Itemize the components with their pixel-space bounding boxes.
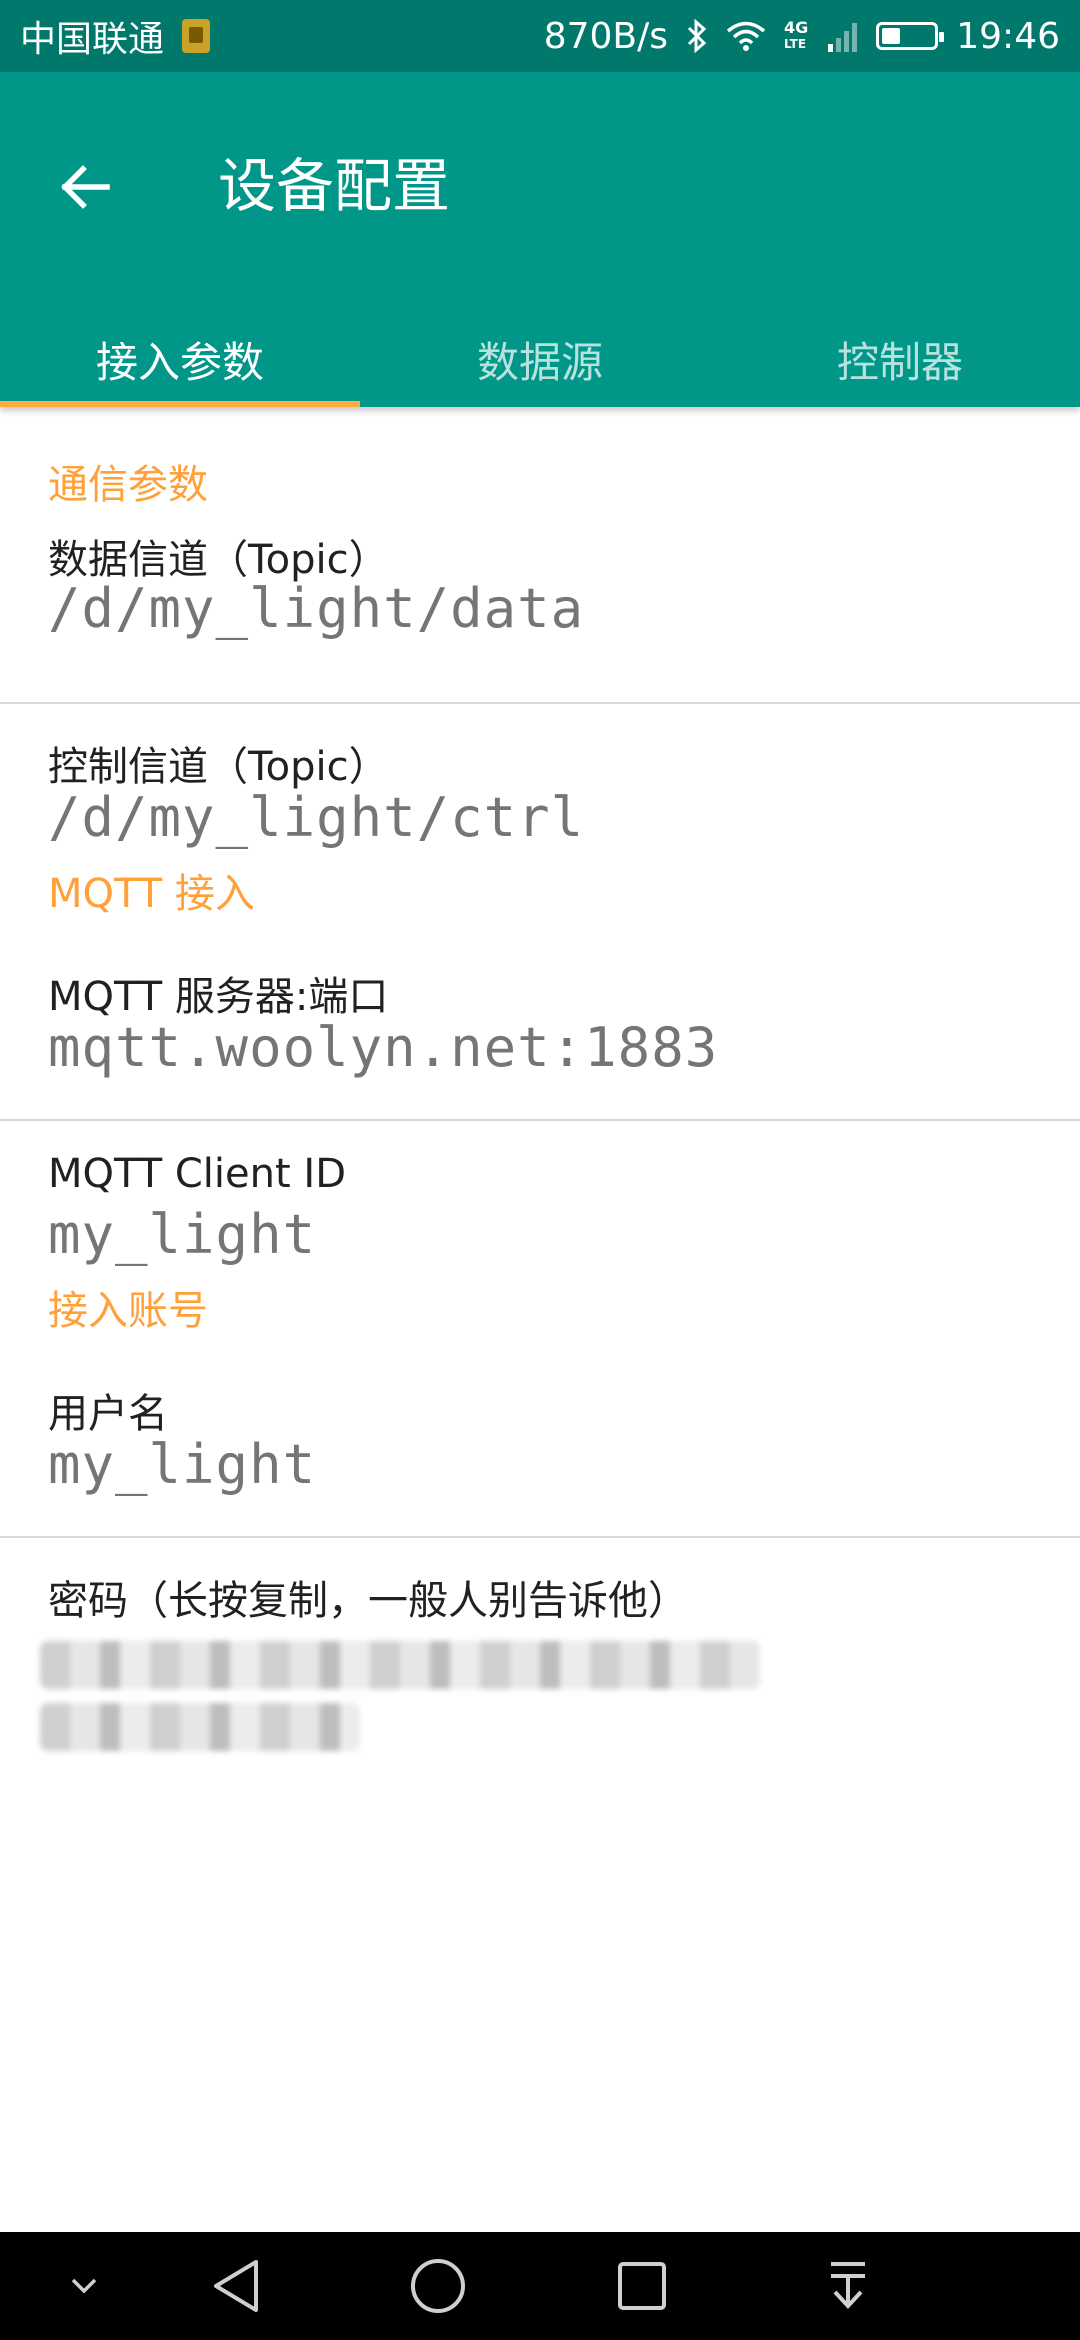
section-header-account: 接入账号 (48, 1288, 208, 1334)
nav-hide-button[interactable] (54, 2256, 114, 2316)
status-bar-right: 870B/s 4G LTE 19:46 (544, 16, 1060, 57)
network-type: 4G (783, 18, 809, 37)
section-header-mqtt: MQTT 接入 (48, 871, 255, 917)
setting-value: /d/my_light/ctrl (48, 786, 585, 849)
home-circle-icon (411, 2259, 465, 2313)
battery-level (882, 28, 901, 44)
redacted-line (40, 1641, 760, 1689)
arrow-left-icon (61, 165, 110, 209)
setting-value: my_light (48, 1433, 317, 1496)
app-bar: 设备配置 接入参数 数据源 控制器 (0, 72, 1080, 407)
wifi-icon (726, 21, 766, 51)
tab-bar: 接入参数 数据源 控制器 (0, 312, 1080, 407)
setting-data-topic[interactable]: 数据信道（Topic） /d/my_light/data (0, 527, 1080, 702)
page-title: 设备配置 (218, 152, 451, 220)
nav-back-button[interactable] (206, 2256, 266, 2316)
back-button[interactable] (40, 142, 130, 232)
bluetooth-icon (687, 19, 707, 53)
setting-value: /d/my_light/data (48, 577, 585, 640)
setting-client-id[interactable]: MQTT Client ID my_light (0, 1121, 1080, 1281)
setting-mqtt-server[interactable]: MQTT 服务器:端口 mqtt.woolyn.net:1883 (0, 934, 1080, 1119)
system-nav-bar (0, 2232, 1080, 2340)
setting-value: mqtt.woolyn.net:1883 (48, 1016, 719, 1079)
battery-icon (876, 22, 945, 50)
sim-card-icon (182, 19, 211, 53)
tab-data-source[interactable]: 数据源 (360, 312, 720, 407)
setting-label: 控制信道（Topic） (48, 744, 389, 790)
network-subtype: LTE (783, 37, 807, 51)
setting-password[interactable]: 密码（长按复制，一般人别告诉他） (0, 1538, 1080, 1793)
back-triangle-icon (214, 2260, 258, 2312)
section-header-comm: 通信参数 (48, 462, 208, 508)
notification-pull-icon (831, 2262, 865, 2309)
clock: 19:46 (956, 15, 1060, 57)
status-bar: 中国联通 870B/s 4G LTE 19:46 (0, 0, 1080, 72)
setting-label: 用户名 (48, 1391, 168, 1437)
nav-recents-button[interactable] (612, 2256, 672, 2316)
tab-controller[interactable]: 控制器 (720, 312, 1080, 407)
setting-ctrl-topic[interactable]: 控制信道（Topic） /d/my_light/ctrl (0, 704, 1080, 864)
nav-home-button[interactable] (408, 2256, 468, 2316)
setting-label: 密码（长按复制，一般人别告诉他） (48, 1578, 688, 1624)
recents-square-icon (618, 2262, 666, 2310)
chevron-down-icon (71, 2278, 97, 2294)
signal-icon (828, 23, 858, 52)
carrier-name: 中国联通 (20, 19, 165, 60)
setting-username[interactable]: 用户名 my_light (0, 1351, 1080, 1536)
password-value-redacted (40, 1633, 768, 1773)
settings-list: 通信参数 数据信道（Topic） /d/my_light/data 控制信道（T… (0, 407, 1080, 1793)
status-bar-left: 中国联通 (20, 10, 211, 62)
setting-label: MQTT 服务器:端口 (48, 974, 389, 1020)
setting-label: MQTT Client ID (48, 1151, 346, 1197)
network-type-group: 4G LTE (784, 20, 808, 52)
setting-value: my_light (48, 1203, 317, 1266)
nav-notifications-button[interactable] (818, 2256, 878, 2316)
network-speed: 870B/s (543, 15, 668, 57)
tab-access-params[interactable]: 接入参数 (0, 312, 360, 407)
redacted-line (40, 1703, 360, 1751)
